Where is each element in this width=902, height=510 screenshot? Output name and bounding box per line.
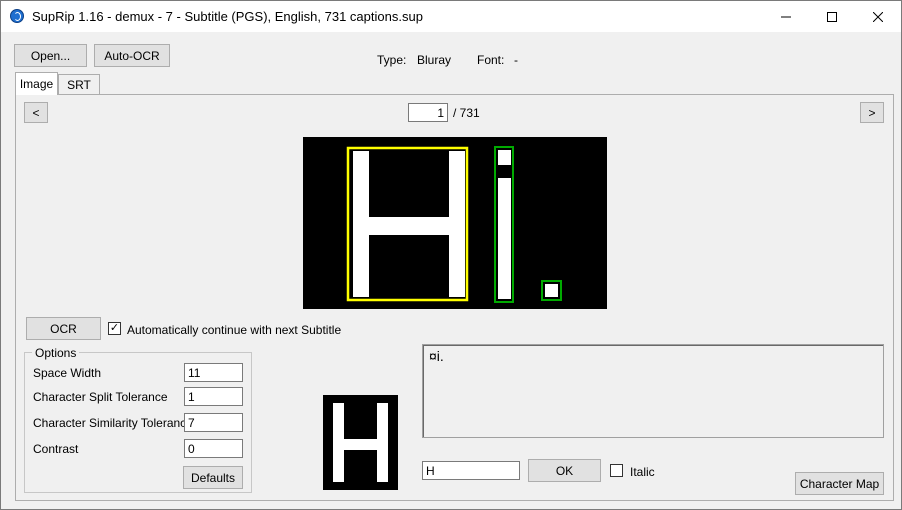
italic-label: Italic xyxy=(630,465,655,479)
minimize-icon xyxy=(781,16,791,17)
minimize-button[interactable] xyxy=(763,1,809,32)
page-number-input[interactable]: 1 xyxy=(408,103,448,122)
character-preview-glyph xyxy=(333,403,388,482)
similarity-tolerance-label: Character Similarity Tolerance xyxy=(33,416,193,430)
split-tolerance-input[interactable]: 1 xyxy=(184,387,243,406)
similarity-tolerance-input[interactable]: 7 xyxy=(184,413,243,432)
type-value: Bluray xyxy=(417,53,452,67)
auto-ocr-button[interactable]: Auto-OCR xyxy=(94,44,170,67)
auto-continue-label: Automatically continue with next Subtitl… xyxy=(127,323,342,337)
window-title: SupRip 1.16 - demux - 7 - Subtitle (PGS)… xyxy=(32,9,423,24)
next-subtitle-button[interactable]: > xyxy=(860,102,884,123)
contrast-label: Contrast xyxy=(33,442,79,456)
period-glyph xyxy=(545,284,558,297)
tab-srt[interactable]: SRT xyxy=(58,74,100,94)
defaults-button[interactable]: Defaults xyxy=(183,466,243,489)
maximize-icon xyxy=(827,11,837,22)
close-icon xyxy=(873,11,883,22)
letter-input[interactable]: H xyxy=(422,461,520,480)
ocr-button[interactable]: OCR xyxy=(26,317,101,340)
auto-continue-checkbox[interactable]: ✓ xyxy=(108,322,121,335)
app-icon xyxy=(10,9,24,23)
space-width-input[interactable]: 11 xyxy=(184,363,243,382)
font-label: Font: xyxy=(477,53,505,67)
type-label: Type: xyxy=(377,53,407,67)
maximize-button[interactable] xyxy=(809,1,855,32)
space-width-label: Space Width xyxy=(33,366,102,380)
split-tolerance-label: Character Split Tolerance xyxy=(33,390,168,404)
ok-button[interactable]: OK xyxy=(528,459,601,482)
contrast-input[interactable]: 0 xyxy=(184,439,243,458)
subtitle-image[interactable] xyxy=(303,137,607,309)
main-window: SupRip 1.16 - demux - 7 - Subtitle (PGS)… xyxy=(0,0,902,510)
open-button[interactable]: Open... xyxy=(14,44,87,67)
options-title: Options xyxy=(32,346,80,360)
title-bar: SupRip 1.16 - demux - 7 - Subtitle (PGS)… xyxy=(1,1,901,32)
tab-image[interactable]: Image xyxy=(15,72,58,95)
page-total: / 731 xyxy=(453,106,480,120)
character-preview xyxy=(323,395,398,490)
close-button[interactable] xyxy=(855,1,901,32)
subtitle-image-canvas xyxy=(303,137,607,309)
prev-subtitle-button[interactable]: < xyxy=(24,102,48,123)
character-map-button[interactable]: Character Map xyxy=(795,472,884,495)
font-value: - xyxy=(514,53,518,67)
italic-checkbox[interactable] xyxy=(610,464,623,477)
recognized-text-box[interactable]: ¤i. xyxy=(422,344,884,438)
